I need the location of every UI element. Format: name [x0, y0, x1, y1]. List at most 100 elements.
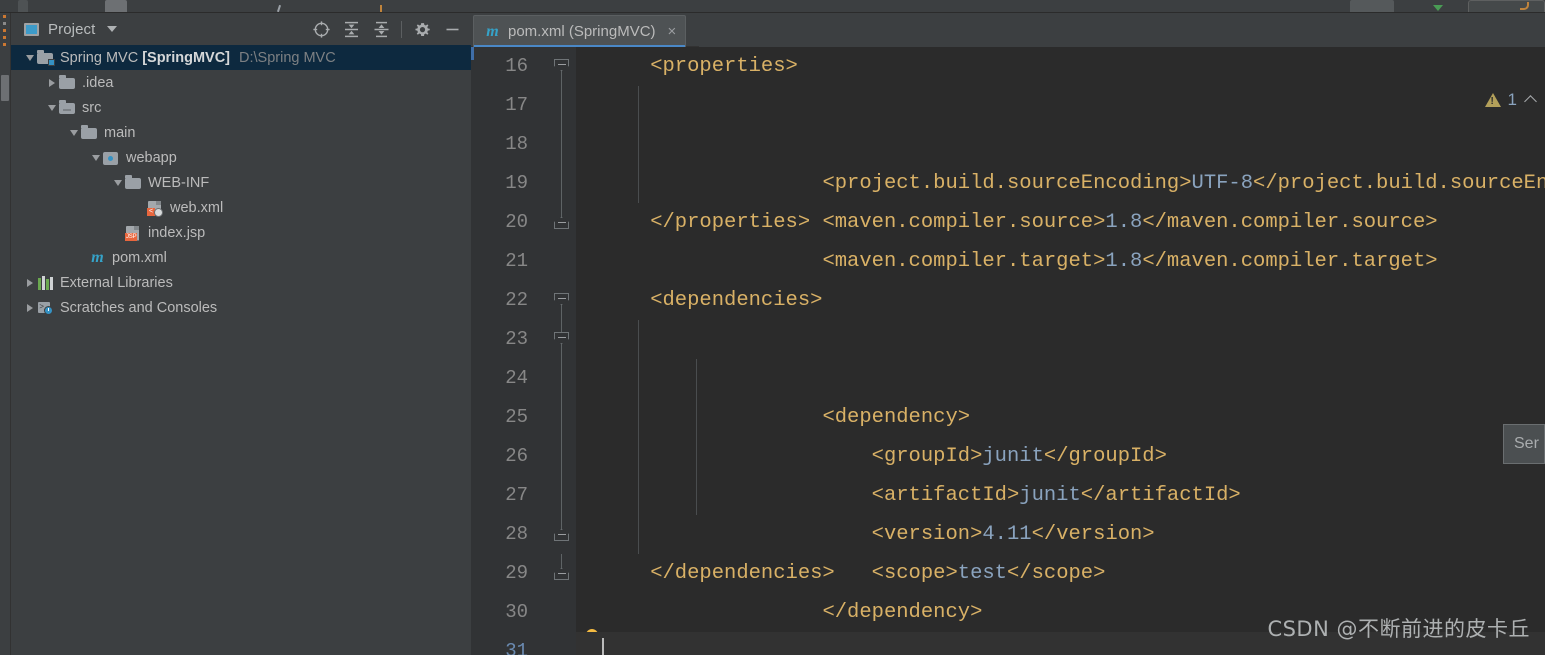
twisty-right-icon[interactable]: [45, 76, 59, 90]
fold-cell: [549, 476, 576, 515]
fold-cell: [549, 593, 576, 632]
side-tool-tab-services[interactable]: Ser: [1503, 424, 1545, 464]
tree-row-label: Scratches and Consoles: [60, 299, 218, 316]
fold-open-icon[interactable]: [554, 293, 569, 305]
code-line[interactable]: <scope>test</scope>: [576, 476, 1545, 585]
chevron-down-icon[interactable]: [107, 26, 118, 32]
editor-tab-label: pom.xml (SpringMVC): [508, 23, 656, 40]
web-module-icon: [103, 150, 120, 166]
run-config-box[interactable]: [1468, 0, 1545, 12]
fold-cell[interactable]: [549, 320, 576, 359]
run-arrow-icon[interactable]: [1433, 5, 1443, 11]
rail-scroll-handle[interactable]: [1, 75, 9, 101]
code-line[interactable]: <maven.compiler.target>1.8</maven.compil…: [576, 164, 1545, 273]
xml-tag: <dependencies>: [601, 289, 823, 312]
editor-tab-pom-xml[interactable]: m pom.xml (SpringMVC) ×: [473, 15, 687, 48]
code-line[interactable]: [576, 242, 1545, 281]
tree-row[interactable]: >_ Scratches and Consoles: [11, 295, 471, 320]
twisty-down-icon[interactable]: [23, 51, 37, 65]
tree-row[interactable]: Spring MVC [SpringMVC] D:\Spring MVC: [11, 45, 471, 70]
project-panel-toolbar: [306, 13, 467, 45]
line-number: 25: [505, 406, 528, 428]
inspection-status-widget[interactable]: 1: [1484, 90, 1537, 110]
code-line[interactable]: <dependencies>: [576, 281, 1545, 320]
fold-cell: [549, 437, 576, 476]
code-line[interactable]: <project.build.sourceEncoding>UTF-8</pro…: [576, 86, 1545, 195]
code-line[interactable]: <properties>: [576, 47, 1545, 86]
code-line[interactable]: <maven.compiler.source>1.8</maven.compil…: [576, 125, 1545, 234]
fold-marker-column[interactable]: [549, 47, 576, 655]
editor-tabbar: m pom.xml (SpringMVC) ×: [471, 13, 1545, 48]
code-line[interactable]: <dependency>: [576, 320, 1545, 429]
tree-row[interactable]: < web.xml: [11, 195, 471, 220]
collapse-all-icon[interactable]: [366, 14, 396, 44]
line-number: 16: [505, 55, 528, 77]
code-lines[interactable]: <properties> <project.build.sourceEncodi…: [576, 47, 1545, 655]
twisty-down-icon[interactable]: [89, 151, 103, 165]
fold-cell[interactable]: [549, 47, 576, 86]
settings-gear-icon[interactable]: [407, 14, 437, 44]
maven-file-icon: m: [91, 248, 104, 266]
code-line[interactable]: <groupId>junit</groupId>: [576, 359, 1545, 468]
tree-row[interactable]: .idea: [11, 70, 471, 95]
project-tool-window: Project Spring MVC [SpringMVC] D:\Spring…: [11, 13, 471, 655]
rail-marks: [3, 15, 6, 55]
scratches-icon: >_: [37, 300, 54, 316]
fold-cell[interactable]: [549, 515, 576, 554]
fold-end-icon[interactable]: [554, 568, 569, 580]
tabbar-empty-area: [699, 13, 1545, 47]
tree-row-label: .idea: [82, 74, 114, 91]
fold-open-icon[interactable]: [554, 332, 569, 344]
fold-end-icon[interactable]: [554, 217, 569, 229]
twisty-right-icon[interactable]: [23, 276, 37, 290]
twisty-down-icon[interactable]: [45, 101, 59, 115]
project-window-icon: [24, 22, 39, 36]
line-number: 17: [505, 94, 528, 116]
tree-row[interactable]: webapp: [11, 145, 471, 170]
left-tool-rail: [0, 13, 11, 655]
code-line[interactable]: </properties>: [576, 203, 1545, 242]
globe-badge: [154, 207, 163, 217]
tree-row-label: index.jsp: [148, 224, 206, 241]
toolbar-fragment: [276, 4, 282, 12]
tree-row[interactable]: main: [11, 120, 471, 145]
tree-row[interactable]: JSP index.jsp: [11, 220, 471, 245]
twisty-down-icon[interactable]: [111, 176, 125, 190]
project-tree[interactable]: Spring MVC [SpringMVC] D:\Spring MVC .id…: [11, 45, 471, 655]
twisty-right-icon[interactable]: [23, 301, 37, 315]
toolbar-fragment: [1350, 0, 1394, 12]
fold-cell[interactable]: [549, 203, 576, 242]
code-line[interactable]: <artifactId>junit</artifactId>: [576, 398, 1545, 507]
hide-icon[interactable]: [437, 14, 467, 44]
top-toolbar-sliver: [0, 0, 1545, 13]
tree-row[interactable]: External Libraries: [11, 270, 471, 295]
watermark-text: CSDN @不断前进的皮卡丘: [1267, 617, 1530, 641]
project-folder-icon: [37, 49, 55, 66]
fold-open-icon[interactable]: [554, 59, 569, 71]
editor-gutter[interactable]: 16 17 18 19 20 21 22 23 24 25 26 27 28 2…: [471, 47, 598, 655]
maven-file-icon: m: [486, 22, 499, 40]
fold-cell[interactable]: [549, 554, 576, 593]
project-title-group[interactable]: Project: [11, 21, 118, 38]
code-line[interactable]: </dependency>: [576, 515, 1545, 624]
locate-in-tree-icon[interactable]: [306, 14, 336, 44]
tree-row-label: main: [104, 124, 136, 141]
code-line[interactable]: </dependencies>: [576, 554, 1545, 593]
code-line[interactable]: <version>4.11</version>: [576, 437, 1545, 546]
web-xml-file-icon: <: [147, 200, 164, 217]
fold-end-icon[interactable]: [554, 529, 569, 541]
twisty-down-icon[interactable]: [67, 126, 81, 140]
line-number-column: 16 17 18 19 20 21 22 23 24 25 26 27 28 2…: [471, 47, 537, 655]
tree-row[interactable]: WEB-INF: [11, 170, 471, 195]
chevron-up-icon[interactable]: [1524, 95, 1537, 108]
warning-count: 1: [1507, 90, 1517, 109]
close-icon[interactable]: ×: [668, 24, 677, 39]
expand-all-icon[interactable]: [336, 14, 366, 44]
tree-row-label: External Libraries: [60, 274, 173, 291]
fold-cell[interactable]: [549, 281, 576, 320]
code-surface[interactable]: 16 17 18 19 20 21 22 23 24 25 26 27 28 2…: [471, 47, 1545, 655]
xml-tag: <properties>: [601, 55, 798, 78]
tree-row[interactable]: m pom.xml: [11, 245, 471, 270]
tree-row[interactable]: src: [11, 95, 471, 120]
source-folder-icon: [59, 99, 76, 116]
